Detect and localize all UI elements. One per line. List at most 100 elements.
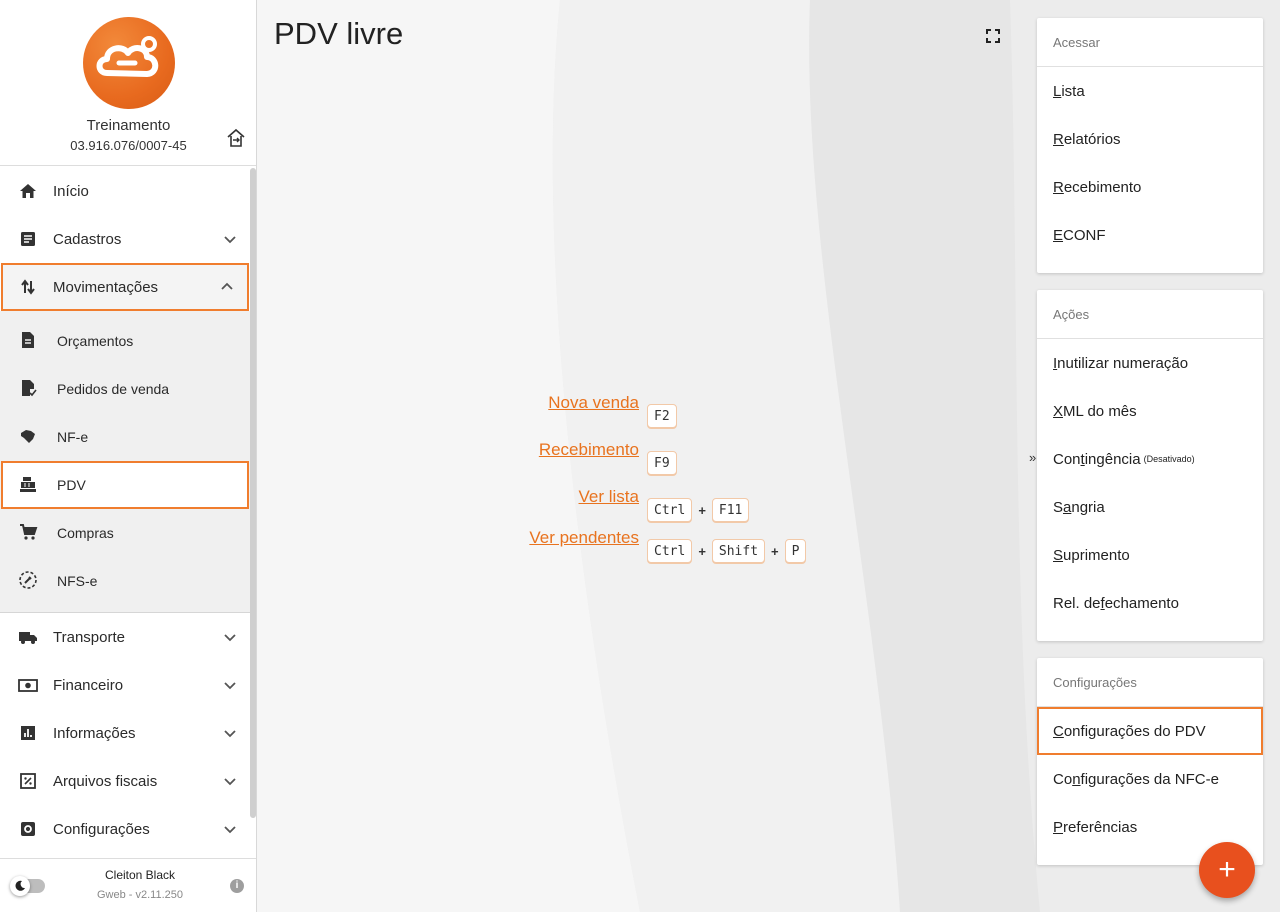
theme-toggle[interactable] [10, 876, 45, 896]
panel-title: Configurações [1037, 658, 1263, 707]
sidebar: Treinamento 03.916.076/0007-45 Início Ca… [0, 0, 257, 912]
sidebar-item-label: PDV [57, 477, 86, 493]
ver-pendentes-link[interactable]: Ver pendentes [440, 528, 639, 548]
sidebar-item-label: Informações [53, 724, 136, 742]
sidebar-item-arquivos-fiscais[interactable]: Arquivos fiscais [0, 757, 250, 805]
panel-item-suprimento[interactable]: Suprimento [1037, 531, 1263, 579]
panel-item-configuracoes-da-nfce[interactable]: Co n figurações da NFC-e [1037, 755, 1263, 803]
sidebar-item-movimentacoes[interactable]: Movimentações [1, 263, 249, 311]
home-icon [18, 181, 38, 201]
key: F11 [711, 498, 750, 522]
sidebar-item-label: Movimentações [53, 278, 159, 296]
cash-register-icon [18, 474, 38, 497]
nova-venda-link[interactable]: Nova venda [440, 393, 639, 413]
panel-item-recebimento[interactable]: Recebimento [1037, 163, 1263, 211]
sidebar-item-label: Orçamentos [57, 333, 134, 349]
moon-icon [10, 876, 30, 896]
service-tools-icon [18, 570, 38, 593]
panel-acessar: Acessar Lista Relatórios Recebimento E CO… [1037, 18, 1263, 273]
key: Ctrl [647, 498, 693, 522]
ver-lista-link[interactable]: Ver lista [440, 487, 639, 507]
panel-item-xml-do-mes[interactable]: X ML do mês [1037, 387, 1263, 435]
document-icon [18, 330, 38, 353]
panel-item-sangria[interactable]: Sa ngria [1037, 483, 1263, 531]
plus-sign: + [698, 543, 706, 559]
sidebar-item-label: Configurações [53, 820, 150, 838]
sidebar-item-pedidos-de-venda[interactable]: Pedidos de venda [0, 365, 250, 413]
sidebar-item-informacoes[interactable]: Informações [0, 709, 250, 757]
key: F9 [647, 451, 677, 475]
percent-file-icon [18, 771, 38, 791]
sidebar-item-label: Pedidos de venda [57, 381, 170, 397]
switch-company-icon[interactable] [225, 127, 247, 149]
sidebar-item-label: Financeiro [53, 676, 124, 694]
sidebar-item-compras[interactable]: Compras [0, 509, 250, 557]
panel-configuracoes: Configurações Configurações do PDV Co n fi… [1037, 658, 1263, 865]
sidebar-item-orcamentos[interactable]: Orçamentos [0, 317, 250, 365]
sidebar-item-cadastros[interactable]: Cadastros [0, 215, 250, 263]
key: F2 [647, 404, 677, 428]
sidebar-item-financeiro[interactable]: Financeiro [0, 661, 250, 709]
truck-icon [18, 627, 38, 647]
sidebar-item-label: Cadastros [53, 230, 122, 248]
sidebar-item-configuracoes[interactable]: Configurações [0, 805, 250, 853]
sidebar-footer: Cleiton Black Gweb - v2.11.250 i [0, 858, 256, 912]
chevron-down-icon [220, 723, 240, 743]
chevron-down-icon [220, 771, 240, 791]
page-title: PDV livre [274, 16, 404, 51]
sidebar-nav: Início Cadastros Movimentações Orçamento… [0, 167, 250, 853]
panel-item-configuracoes-do-pdv[interactable]: Configurações do PDV [1037, 707, 1263, 755]
chevron-down-icon [220, 675, 240, 695]
chevron-down-icon [220, 627, 240, 647]
company-document: 03.916.076/0007-45 [70, 138, 187, 153]
swap-vertical-icon [18, 277, 38, 297]
sidebar-item-nfe[interactable]: NF-e [0, 413, 250, 461]
company-logo [83, 17, 175, 109]
sidebar-item-label: Início [53, 182, 89, 200]
movimentacoes-submenu: Orçamentos Pedidos de venda NF-e PDV Com… [0, 311, 250, 613]
sidebar-item-nfse[interactable]: NFS-e [0, 557, 250, 605]
company-name: Treinamento [86, 117, 171, 134]
add-fab-button[interactable]: + [1199, 842, 1255, 898]
plus-sign: + [698, 502, 706, 518]
key: Shift [711, 539, 766, 563]
panel-title: Ações [1037, 290, 1263, 339]
sidebar-item-label: Transporte [53, 628, 125, 646]
recebimento-link[interactable]: Recebimento [440, 440, 639, 460]
shortcut-keys: Ctrl + F11 [647, 498, 750, 522]
sidebar-item-inicio[interactable]: Início [0, 167, 250, 215]
key: P [784, 539, 807, 563]
user-name: Cleiton Black [104, 868, 176, 882]
panel-item-relatorios[interactable]: Relatórios [1037, 115, 1263, 163]
shortcut-keys: F9 [647, 451, 677, 475]
shortcut-keys: F2 [647, 404, 677, 428]
sidebar-scrollbar[interactable] [250, 168, 256, 818]
chevron-down-icon [220, 819, 240, 839]
key: Ctrl [647, 539, 693, 563]
panel-acoes: Ações Inutilizar numeração X ML do mês Co… [1037, 290, 1263, 641]
panel-item-econf[interactable]: E CONF [1037, 211, 1263, 259]
bar-chart-icon [18, 723, 38, 743]
panel-item-rel-de-fechamento[interactable]: Rel. de f echamento [1037, 579, 1263, 627]
panel-item-lista[interactable]: Lista [1037, 67, 1263, 115]
brazil-map-icon [18, 426, 38, 449]
document-list-icon [18, 229, 38, 249]
panel-item-inutilizar-numeracao[interactable]: Inutilizar numeração [1037, 339, 1263, 387]
shortcut-keys: Ctrl + Shift + P [647, 539, 807, 563]
app-version: Gweb - v2.11.250 [96, 889, 183, 901]
plus-sign: + [771, 543, 779, 559]
info-icon[interactable]: i [230, 879, 244, 893]
sidebar-item-label: NF-e [57, 429, 89, 445]
document-check-icon [18, 378, 38, 401]
collapse-panel-icon[interactable]: » [1029, 450, 1036, 465]
money-icon [18, 675, 38, 695]
panel-title: Acessar [1037, 18, 1263, 67]
disabled-note: (Desativado) [1143, 454, 1195, 464]
sidebar-item-transporte[interactable]: Transporte [0, 613, 250, 661]
sidebar-item-label: Arquivos fiscais [53, 772, 158, 790]
fullscreen-icon[interactable] [985, 28, 1001, 44]
sidebar-item-label: NFS-e [57, 573, 98, 589]
panel-item-contingencia[interactable]: Con t ingência (Desativado) [1037, 435, 1263, 483]
sidebar-item-label: Compras [57, 525, 114, 541]
sidebar-item-pdv[interactable]: PDV [1, 461, 249, 509]
